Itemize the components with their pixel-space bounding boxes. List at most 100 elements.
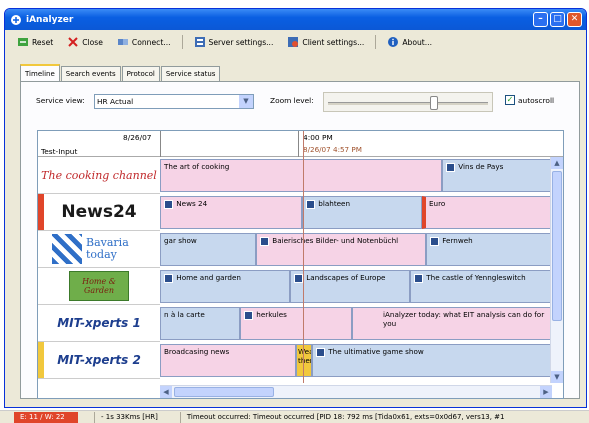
program-block[interactable]: herkules [240,307,352,340]
channel-logos: The cooking channel News24 Bavaria today… [38,157,160,379]
program-title: blahteen [318,199,351,208]
channel-logo-bavaria[interactable]: Bavaria today [38,231,160,268]
scroll-down-icon[interactable]: ▼ [551,371,563,383]
info-icon[interactable] [260,236,269,246]
reset-label: Reset [32,37,54,47]
checkbox-box[interactable]: ✓ [505,95,515,105]
channel-name: MIT-xperts 2 [57,353,141,367]
connect-button[interactable]: Connect... [111,33,177,51]
program-title: News 24 [176,199,208,208]
program-title: Euro [429,199,446,208]
reset-button[interactable]: Reset [11,33,59,51]
info-icon[interactable] [164,199,173,209]
channel-logo-home-garden[interactable]: Home & Garden [38,268,160,305]
tab-search-events[interactable]: Search events [60,66,121,81]
program-title: Wea ther [298,347,312,365]
close-window-icon[interactable]: ✕ [567,12,582,27]
timeline-tick [298,131,299,157]
vertical-scrollbar[interactable]: ▲ ▼ [550,157,563,383]
program-block[interactable]: Broadcasing news [160,344,296,377]
program-block[interactable]: The ultimative game show [312,344,552,377]
program-block[interactable]: Home and garden [160,270,290,303]
channel-logo-news24[interactable]: News24 [38,194,160,231]
scroll-up-icon[interactable]: ▲ [551,157,563,169]
program-block[interactable]: Baierisches Bilder- und Notenbüchl [256,233,426,266]
service-view-value: HR Actual [97,97,134,106]
zoom-level-label: Zoom level: [270,96,314,105]
program-title: n à la carte [164,310,205,319]
title-bar[interactable]: iAnalyzer – □ ✕ [5,9,586,30]
connect-icon [117,39,128,45]
info-icon[interactable] [446,162,455,172]
info-icon[interactable] [430,236,439,246]
error-count-badge[interactable]: E: 11 / W: 22 [14,411,78,423]
program-block[interactable]: Vins de Pays [442,159,552,192]
tab-strip: Timeline Search events Protocol Service … [20,64,221,81]
program-block[interactable]: The castle of Yenngleswitch [410,270,552,303]
program-title: The art of cooking [164,162,230,171]
current-time-line [303,131,304,383]
info-icon[interactable] [164,273,173,283]
bavaria-flag-icon [52,234,82,264]
zoom-slider[interactable] [323,92,493,112]
program-block[interactable]: gar show [160,233,256,266]
program-block[interactable]: Landscapes of Europe [290,270,410,303]
program-title: iAnalyzer today: what EIT analysis can d… [383,310,545,328]
program-block[interactable]: n à la carte [160,307,240,340]
program-block[interactable]: blahteen [302,196,422,229]
server-settings-label: Server settings... [208,37,274,47]
timeline-tick [160,131,161,157]
window-title: iAnalyzer [26,14,74,25]
scroll-right-icon[interactable]: ▶ [540,386,552,398]
scroll-thumb[interactable] [552,171,562,321]
server-settings-button[interactable]: Server settings... [188,33,280,51]
server-settings-icon [194,37,205,47]
client-settings-label: Client settings... [302,37,365,47]
channel-color-bar [38,342,44,378]
x-icon [68,37,78,47]
info-icon[interactable] [294,273,303,283]
program-block[interactable]: News 24 [160,196,302,229]
program-title: Baierisches Bilder- und Notenbüchl [272,236,399,245]
channel-logo-mitxperts2[interactable]: MIT-xperts 2 [38,342,160,379]
service-view-select[interactable]: HR Actual ▼ [94,94,254,109]
program-block[interactable]: Fernweh [426,233,552,266]
info-icon[interactable] [414,273,423,283]
minimize-icon[interactable]: – [533,12,548,27]
program-title: Vins de Pays [458,162,504,171]
client-settings-button[interactable]: Client settings... [281,33,370,51]
program-title: Fernweh [442,236,473,245]
channel-name: Home & Garden [82,277,116,295]
timeline-header: 8/26/07 Test-Input 4:00 PM 8/26/07 4:57 … [38,131,563,157]
tab-protocol[interactable]: Protocol [121,66,160,81]
slider-thumb[interactable] [429,96,438,110]
row-header: Test-Input [41,147,78,156]
chevron-down-icon[interactable]: ▼ [239,95,253,108]
horizontal-scrollbar[interactable]: ◀ ▶ [160,385,552,398]
app-icon [10,14,22,26]
about-button[interactable]: About... [381,33,438,51]
close-button[interactable]: Close [61,33,109,51]
slider-track [328,102,488,105]
tab-timeline[interactable]: Timeline [20,64,60,81]
timeline-time: 4:00 PM [303,133,333,142]
maximize-icon[interactable]: □ [550,12,565,27]
toolbar: Reset Close Connect... Server settings..… [5,30,586,54]
channel-logo-cooking[interactable]: The cooking channel [38,157,160,194]
timeline-date: 8/26/07 [123,133,152,142]
program-block[interactable]: The art of cooking [160,159,442,192]
info-icon[interactable] [306,199,315,209]
program-block[interactable]: iAnalyzer today: what EIT analysis can d… [352,307,552,340]
channel-logo-mitxperts1[interactable]: MIT-xperts 1 [38,305,160,342]
info-icon[interactable] [244,310,253,320]
status-message: Timeout occurred: Timeout occurred [PID … [179,411,511,423]
program-block[interactable]: Wea ther [296,344,312,377]
program-block[interactable]: Euro [422,196,552,229]
autoscroll-checkbox[interactable]: ✓ autoscroll [505,95,554,105]
scroll-thumb[interactable] [174,387,274,397]
info-icon[interactable] [316,347,325,357]
timeline-panel: Service view: HR Actual ▼ Zoom level: ✓ … [20,81,580,399]
about-label: About... [402,37,433,47]
tab-service-status[interactable]: Service status [160,66,221,81]
scroll-left-icon[interactable]: ◀ [160,386,172,398]
